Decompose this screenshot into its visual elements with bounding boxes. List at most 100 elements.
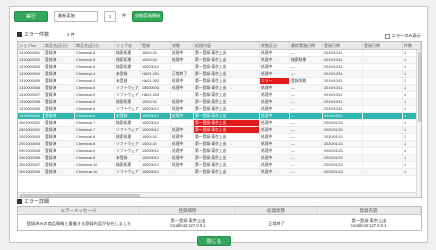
table-cell: — [290,127,323,133]
table-cell: 処理中 [171,57,194,63]
table-cell: 1310000002 [18,57,44,63]
table-row[interactable]: 2001000008 登録済 Chemical-10 ソフトウェア 15000012 第一… [18,169,421,176]
table-cell: Chemical-8 [75,134,115,140]
table-cell: 15000012 [141,162,171,168]
table-cell: 2019/10/11 [323,113,363,119]
table-cell: Chemical-6 [75,106,115,112]
table-cell: 2001000001 [18,120,44,126]
column-header[interactable]: 状態 [171,42,194,49]
table-cell: 検索処理 [115,64,141,70]
table-cell: 2019/10/11 [323,57,363,63]
column-header[interactable]: 登録日時 [323,42,363,49]
table-row[interactable]: 1310000007 登録済 Chemical-5 ソフトウェア HA01-003 第一登… [18,92,421,99]
table-cell: 15000012 [141,106,171,112]
detail-section-title: エラー詳細 [24,199,50,205]
table-row[interactable]: 1310000004 登録済 Chemical-4 未登録 HA01-001 正常終了 第一… [18,71,421,78]
latest-run-label: 最新実施 [58,13,75,18]
table-cell: Chemical-7 [75,120,115,126]
table-cell: ソフトウェア [115,106,141,112]
count-spinner[interactable]: 1 [104,10,116,22]
column-header[interactable]: 処理内容 [194,42,260,49]
table-cell: 15000012 [141,148,171,154]
table-cell: 第一登録:東京上出 [194,148,260,154]
table-row[interactable]: 2001000003 登録済 Chemical-8 検索処理 1500/-01 処理中 第一… [18,134,421,141]
table-cell [363,57,403,63]
table-cell: 登録済 [44,85,75,91]
table-cell [363,106,403,112]
table-cell: 2020/01/21 [323,162,363,168]
column-header[interactable]: 状態区分 [260,42,290,49]
table-cell: 第一登録:東京上出 [194,169,260,175]
auto-run-button[interactable]: 自動実施開始 [132,10,164,22]
close-button[interactable]: 閉じる [197,236,231,246]
detail-message: 登録済みの商品情報と重複する登録内容が存在しました [26,220,132,226]
table-row[interactable]: 1310000005 登録済 Chemical-4 未登録 HA01-002 処理中 第一登… [18,78,421,85]
table-cell: エラー [260,78,290,84]
column-header[interactable]: 最終実施日時 [290,42,323,49]
error-count: 0 件 [67,31,75,37]
table-cell [363,148,403,154]
table-cell: 処理中 [171,148,194,154]
table-cell: 第一登録:東京上出 [194,71,260,77]
column-header[interactable]: 商品名(区分) [44,42,75,49]
table-row[interactable]: 1310000010 登録済 Chemical-6 未登録 15000012 処理中 第一登… [18,113,421,120]
column-header[interactable]: 商品名(区分) [75,42,115,49]
table-cell: 第一登録:東京上出 [194,120,260,126]
table-row[interactable]: 1310000006 登録済 Chemical-5 ソフトウェア 15000003 処理中… [18,85,421,92]
table-row[interactable]: 2001000006 登録済 Chemical-9 未登録 15000012 処理中 第一登… [18,155,421,162]
column-header[interactable]: 登録日時 [363,42,403,49]
table-cell: 15000012 [141,120,171,126]
table-cell: 1500/-01 [141,99,171,105]
table-row[interactable]: 1310000009 登録済 Chemical-6 ソフトウェア 15000012 処理中… [18,106,421,113]
table-cell: — [290,162,323,168]
table-cell: 2001000002 [18,127,44,133]
table-cell [363,113,403,119]
table-cell: 第一登録:東京上出 [194,134,260,140]
table-cell: — [290,64,323,70]
table-cell [363,92,403,98]
table-cell: Chemical-10 [75,169,115,175]
table-cell [363,169,403,175]
latest-run-field[interactable]: 最新実施 [54,10,98,22]
table-cell: 2019/10/11 [323,99,363,105]
column-header[interactable]: 登録 [141,42,171,49]
vertical-scrollbar[interactable] [416,50,421,197]
column-header[interactable]: ジョブNo [18,42,44,49]
table-row[interactable]: 1310000001 登録済 Chemical-3 検索処理 1500/-01 処理中 第一… [18,50,421,57]
table-cell: 検索結果 [290,57,323,63]
table-cell: 処理中 [260,99,290,105]
execute-button[interactable]: 実行 [14,10,48,22]
table-cell: 登録済 [44,71,75,77]
table-cell: 1310000006 [18,85,44,91]
table-cell: 1310000003 [18,64,44,70]
column-header[interactable]: 件数 [403,42,421,49]
table-cell: 登録済 [44,155,75,161]
table-cell: — [290,155,323,161]
table-cell: 未登録 [115,71,141,77]
table-cell: ソフトウェア [115,141,141,147]
table-cell: 第一登録:東京上出 [194,64,260,70]
table-row[interactable]: 2001000002 登録済 Chemical-7 ソフトウェア 15000012 処理中… [18,127,421,134]
vertical-scroll-thumb[interactable] [418,52,421,122]
table-cell: — [290,92,323,98]
table-cell: 登録済 [44,106,75,112]
table-row[interactable]: 1310000002 登録済 Chemical-3 検索処理 1500/-01 処理中 第一… [18,57,421,64]
error-only-checkbox[interactable] [384,33,390,39]
table-cell: 処理中 [260,71,290,77]
error-only-filter[interactable]: エラーのみ表示 [384,33,421,39]
table-row[interactable]: 2001000007 登録済 Chemical-10 検索処理 15000012 処理中第… [18,162,421,169]
table-cell: Chemical-6 [75,113,115,119]
table-cell: 処理中 [260,113,290,119]
table-row[interactable]: 1310000008 登録済 Chemical-6 検索処理 1500/-01 処理中 第一… [18,99,421,106]
table-cell: 2020/01/21 [323,155,363,161]
table-row[interactable]: 1310000003 登録済 Chemical-3 検索処理 15000012 第一登録:… [18,64,421,71]
table-row[interactable]: 2001000004 登録済 Chemical-8 ソフトウェア 1500/-01 処理中… [18,141,421,148]
table-cell: 処理中 [260,127,290,133]
table-row[interactable]: 2001000005 登録済 Chemical-9 ソフトウェア 15000012 処理中… [18,148,421,155]
table-cell: 登録済 [44,141,75,147]
table-cell: 第一登録:東京上出 [194,50,260,56]
table-row[interactable]: 2001000001 登録済 Chemical-7 検索処理 15000012 第一登録:… [18,120,421,127]
table-cell: 第一登録:東京上出 [194,127,260,133]
column-header[interactable]: ジョブ名 [115,42,141,49]
table-cell: 第一登録:東京上出 [194,141,260,147]
